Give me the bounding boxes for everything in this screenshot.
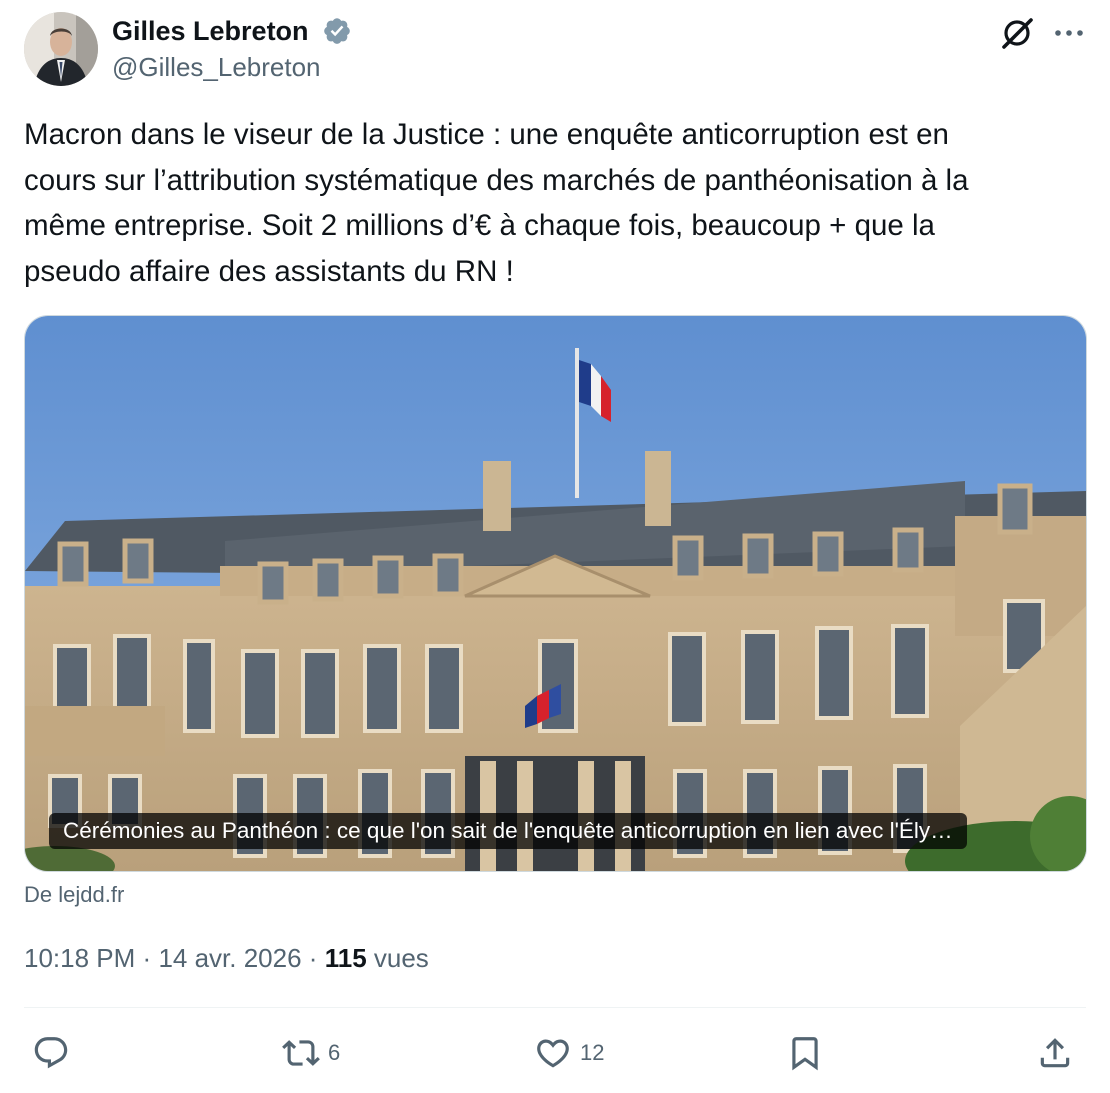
divider	[24, 1007, 1086, 1008]
meta-separator: ·	[308, 943, 318, 973]
verified-badge-icon[interactable]	[322, 16, 352, 46]
tweet-meta: 10:18 PM · 14 avr. 2026 · 115 vues	[24, 940, 429, 976]
like-count: 12	[580, 1040, 605, 1065]
card-caption[interactable]: Cérémonies au Panthéon : ce que l'on sai…	[49, 813, 967, 849]
like-button[interactable]: 12	[534, 1030, 604, 1076]
reply-icon	[34, 1037, 68, 1069]
tweet-date[interactable]: 14 avr. 2026	[158, 943, 301, 973]
card-source[interactable]: De lejdd.fr	[24, 880, 124, 910]
share-icon	[1040, 1038, 1070, 1068]
more-icon[interactable]	[1052, 18, 1086, 48]
meta-separator: ·	[142, 943, 152, 973]
card-image	[25, 316, 1086, 871]
bookmark-icon	[792, 1037, 818, 1071]
author-handle[interactable]: @Gilles_Lebreton	[112, 50, 321, 84]
repost-icon	[282, 1040, 320, 1066]
tweet-text: Macron dans le viseur de la Justice : un…	[24, 118, 969, 288]
reply-button[interactable]	[32, 1030, 78, 1076]
grok-icon[interactable]	[998, 14, 1036, 52]
repost-button[interactable]: 6	[282, 1030, 340, 1076]
link-card[interactable]: Cérémonies au Panthéon : ce que l'on sai…	[24, 315, 1087, 872]
avatar[interactable]	[24, 12, 98, 86]
views-label: vues	[373, 943, 429, 973]
bookmark-button[interactable]	[786, 1030, 824, 1076]
views-count: 115	[324, 943, 367, 973]
repost-count: 6	[328, 1040, 341, 1065]
avatar-image	[24, 12, 98, 86]
share-button[interactable]	[1036, 1030, 1074, 1076]
tweet-time[interactable]: 10:18 PM	[24, 943, 135, 973]
author-name[interactable]: Gilles Lebreton	[112, 13, 309, 49]
heart-icon	[537, 1039, 569, 1068]
